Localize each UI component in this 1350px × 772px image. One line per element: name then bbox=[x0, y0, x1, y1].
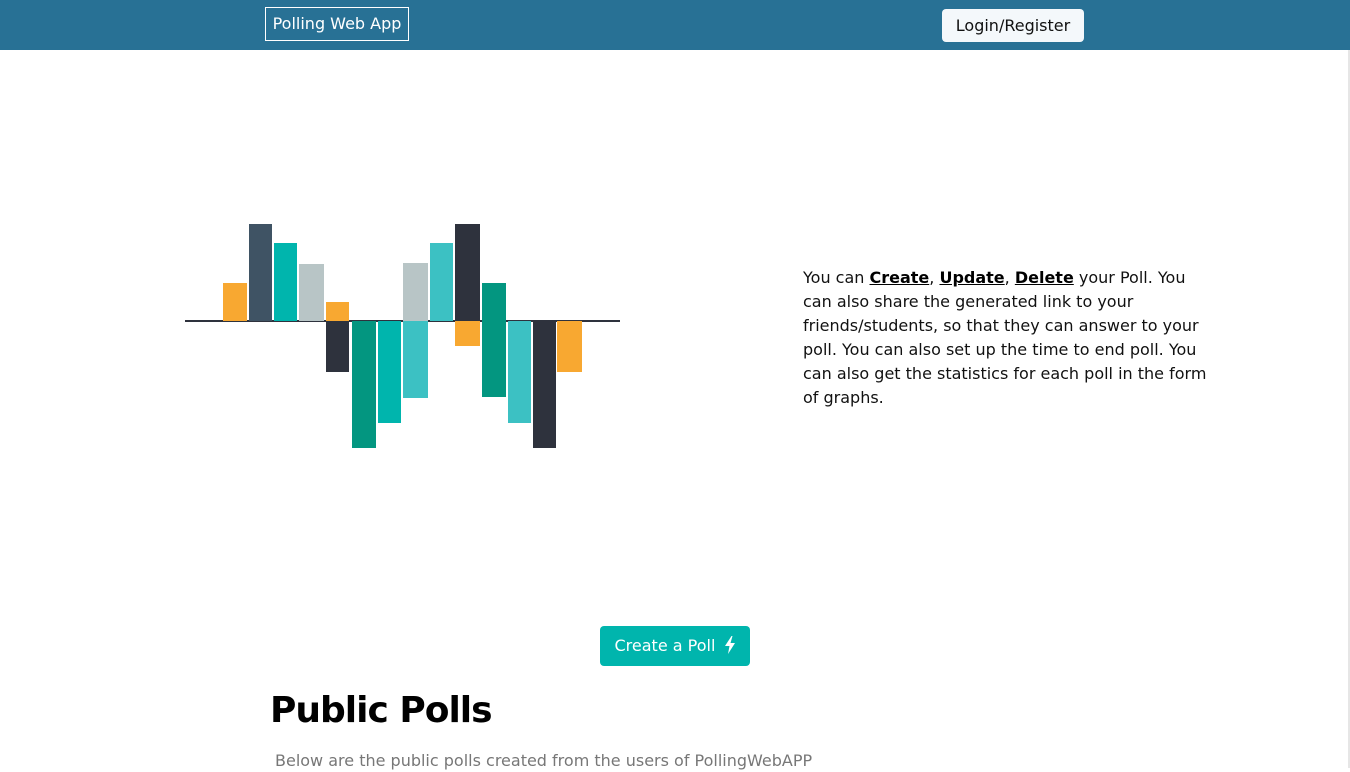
illustration-bar bbox=[403, 321, 428, 398]
illustration-bar bbox=[482, 321, 506, 397]
hero-intro-text: You can bbox=[803, 268, 870, 287]
illustration-bar bbox=[326, 321, 349, 372]
public-polls-heading: Public Polls bbox=[270, 690, 493, 731]
illustration-bar bbox=[533, 321, 556, 448]
illustration-bar bbox=[455, 224, 480, 321]
illustration-bar bbox=[249, 224, 272, 321]
update-keyword: Update bbox=[939, 268, 1005, 287]
illustration-bar bbox=[299, 264, 324, 321]
hero-separator: , bbox=[1004, 268, 1015, 287]
hero-description: You can Create, Update, Delete your Poll… bbox=[803, 266, 1213, 410]
login-register-button[interactable]: Login/Register bbox=[942, 9, 1084, 42]
illustration-bar bbox=[223, 283, 247, 321]
illustration-bar bbox=[455, 321, 480, 346]
illustration-bar bbox=[508, 321, 531, 423]
navbar: Polling Web App Login/Register bbox=[0, 0, 1350, 50]
hero-rest-text: your Poll. You can also share the genera… bbox=[803, 268, 1207, 407]
illustration-bar bbox=[352, 321, 376, 448]
brand-link[interactable]: Polling Web App bbox=[265, 7, 409, 41]
create-poll-button[interactable]: Create a Poll bbox=[600, 626, 750, 666]
public-polls-subtitle: Below are the public polls created from … bbox=[275, 751, 813, 770]
illustration-bar bbox=[378, 321, 401, 423]
bolt-icon bbox=[724, 636, 735, 654]
create-keyword: Create bbox=[869, 268, 930, 287]
illustration-bar bbox=[403, 263, 428, 321]
illustration-bar bbox=[274, 243, 297, 321]
delete-keyword: Delete bbox=[1014, 268, 1074, 287]
illustration-bar bbox=[482, 283, 506, 321]
illustration-bar bbox=[326, 302, 349, 321]
create-poll-label: Create a Poll bbox=[614, 636, 716, 655]
bar-chart-illustration bbox=[185, 224, 620, 448]
illustration-bar bbox=[557, 321, 582, 372]
illustration-bar bbox=[430, 243, 453, 321]
hero-separator: , bbox=[929, 268, 940, 287]
